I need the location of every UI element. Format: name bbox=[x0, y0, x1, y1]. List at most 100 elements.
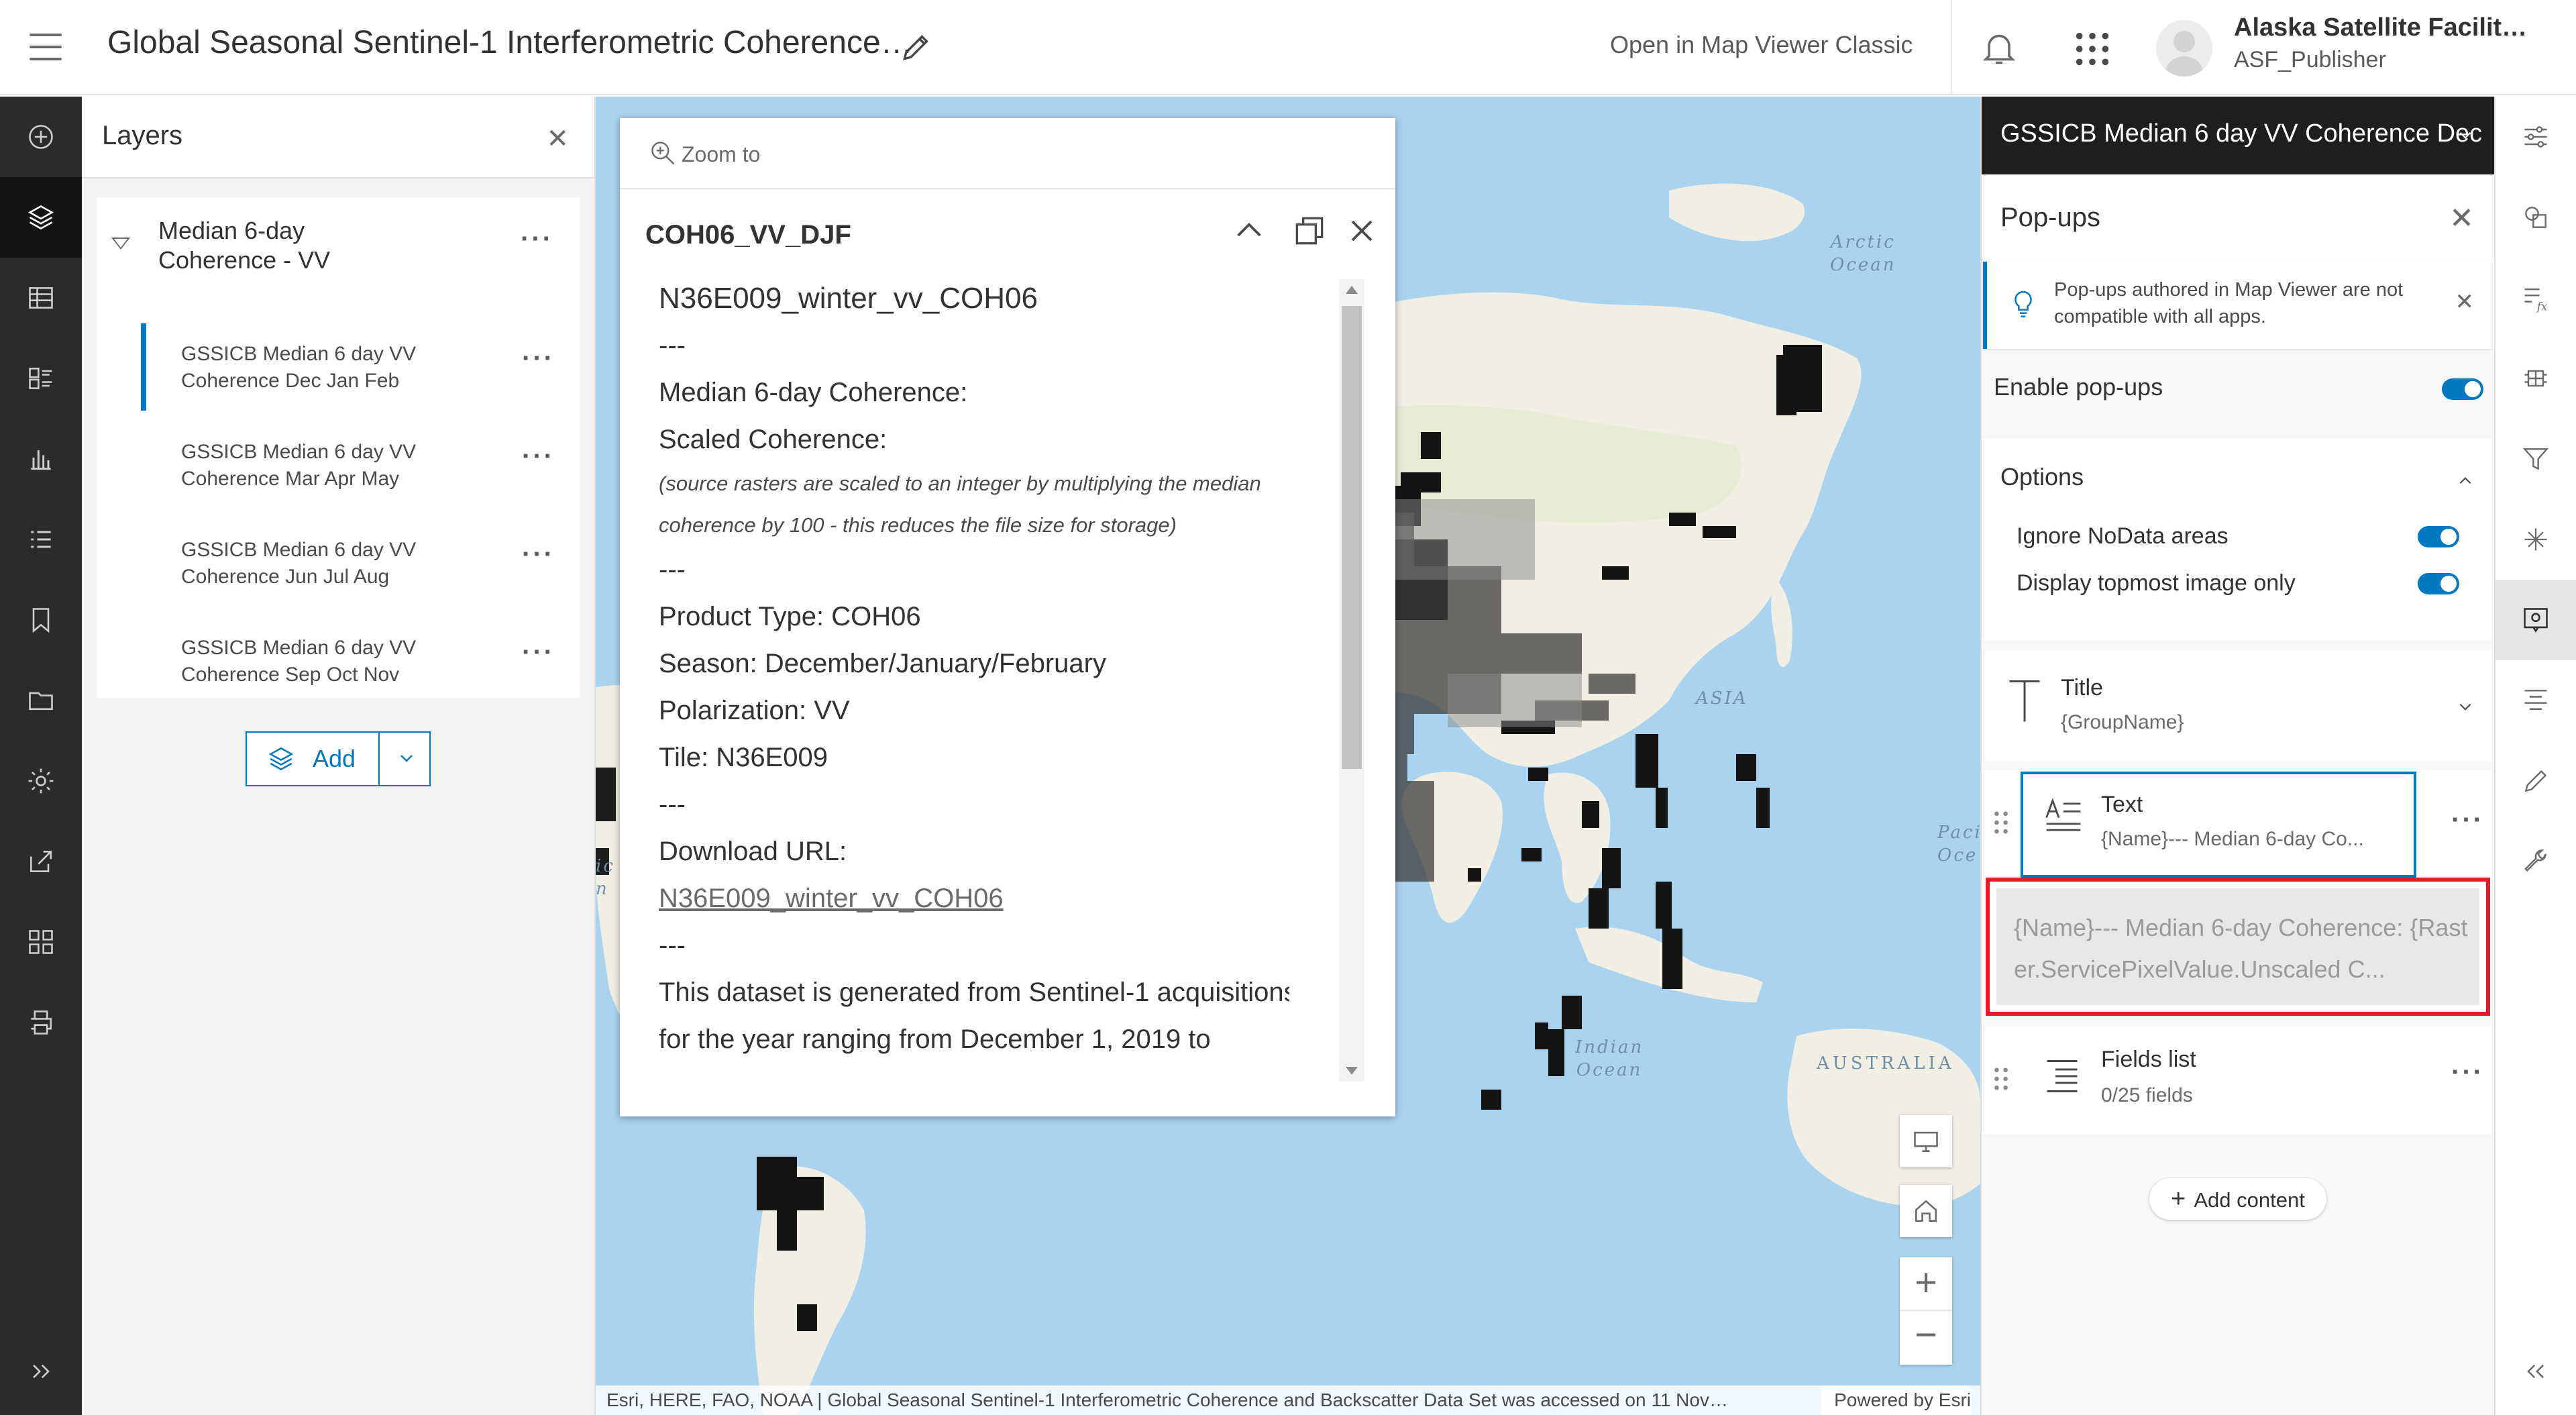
tables-button[interactable] bbox=[0, 258, 82, 338]
powered-by[interactable]: Powered by Esri bbox=[1821, 1385, 1971, 1415]
apps-grid-icon[interactable] bbox=[2073, 30, 2112, 68]
more-options-icon[interactable]: ··· bbox=[522, 539, 555, 570]
legend-button[interactable] bbox=[0, 338, 82, 419]
settings-button[interactable] bbox=[0, 741, 82, 821]
more-options-icon[interactable]: ··· bbox=[521, 224, 553, 254]
properties-button[interactable] bbox=[2496, 97, 2576, 177]
bell-icon[interactable] bbox=[1979, 27, 2019, 68]
screen-button[interactable] bbox=[1900, 1115, 1952, 1167]
map-label-indian-ocean: Indian Ocean bbox=[1575, 1037, 1644, 1080]
layer-dropdown[interactable]: GSSICB Median 6 day VV Coherence Dec bbox=[1982, 97, 2494, 174]
folder-button[interactable] bbox=[0, 660, 82, 741]
more-options-icon[interactable]: ··· bbox=[522, 441, 555, 472]
open-classic-link[interactable]: Open in Map Viewer Classic bbox=[1610, 31, 1913, 59]
right-toolbar: fx bbox=[2494, 97, 2576, 1415]
configure-button[interactable] bbox=[2496, 821, 2576, 902]
fields-button[interactable]: fx bbox=[2496, 258, 2576, 338]
more-options-icon[interactable]: ··· bbox=[2451, 1057, 2484, 1088]
close-icon[interactable]: ✕ bbox=[546, 123, 569, 154]
share-icon bbox=[30, 851, 52, 872]
scrollbar-thumb[interactable] bbox=[1342, 306, 1362, 769]
sublayer-item[interactable]: GSSICB Median 6 day VV Coherence Sep Oct… bbox=[141, 612, 580, 710]
layer-group-name: Median 6-day Coherence - VV bbox=[158, 217, 331, 274]
enable-popups-toggle[interactable] bbox=[2442, 378, 2483, 400]
popup-content: N36E009_winter_vv_COH06 --- Median 6-day… bbox=[659, 275, 1289, 1073]
zoom-in-icon[interactable] bbox=[648, 138, 678, 168]
more-options-icon[interactable]: ··· bbox=[522, 637, 555, 668]
user-name[interactable]: Alaska Satellite Facilit… bbox=[2234, 13, 2527, 42]
chevron-down-icon bbox=[400, 755, 413, 762]
list-button[interactable] bbox=[0, 499, 82, 580]
sublayer-item[interactable]: GSSICB Median 6 day VV Coherence Jun Jul… bbox=[141, 514, 580, 612]
pencil-icon[interactable] bbox=[899, 31, 932, 64]
text-editor-field[interactable]: {Name}--- Median 6-day Coherence: {Raste… bbox=[1996, 888, 2479, 1005]
title-element[interactable]: Title {GroupName} bbox=[1982, 651, 2494, 761]
text-element-value: {Name}--- Median 6-day Co... bbox=[2101, 828, 2364, 850]
add-layer-button[interactable] bbox=[0, 97, 82, 177]
dock-icon[interactable] bbox=[1291, 211, 1328, 251]
ignore-nodata-toggle[interactable] bbox=[2418, 526, 2459, 547]
close-icon[interactable]: ✕ bbox=[2449, 201, 2474, 235]
monitor-icon bbox=[1914, 1131, 1938, 1152]
chevron-up-icon[interactable] bbox=[1230, 211, 1268, 251]
layers-button[interactable] bbox=[0, 177, 82, 258]
add-dropdown-button[interactable] bbox=[381, 733, 431, 785]
compat-notice: Pop-ups authored in Map Viewer are not c… bbox=[1983, 262, 2491, 349]
add-button[interactable]: Add bbox=[247, 733, 380, 785]
popup-line: --- bbox=[659, 931, 686, 960]
share-button[interactable] bbox=[0, 821, 82, 902]
download-link[interactable]: N36E009_winter_vv_COH06 bbox=[659, 875, 1289, 922]
popups-button[interactable] bbox=[2496, 580, 2576, 660]
add-label: Add bbox=[313, 745, 356, 772]
drag-handle-icon[interactable] bbox=[1994, 810, 2008, 835]
sketch-button[interactable] bbox=[2496, 741, 2576, 821]
labels-button[interactable] bbox=[2496, 660, 2576, 741]
drag-handle-icon[interactable] bbox=[1994, 1067, 2008, 1091]
panel-title: Pop-ups bbox=[2000, 203, 2100, 232]
filter-button[interactable] bbox=[2496, 419, 2576, 499]
charts-button[interactable] bbox=[0, 419, 82, 499]
sublayer-label: GSSICB Median 6 day VV Coherence Jun Jul… bbox=[181, 539, 417, 588]
layer-group[interactable]: Median 6-day Coherence - VV ··· GSSICB M… bbox=[97, 197, 580, 698]
processing-button[interactable] bbox=[2496, 338, 2576, 419]
more-options-icon[interactable]: ··· bbox=[522, 344, 555, 374]
add-content-button[interactable]: + Add content bbox=[2149, 1178, 2326, 1220]
expand-toolbar-button[interactable] bbox=[0, 1331, 82, 1412]
chevron-down-icon[interactable] bbox=[2457, 698, 2474, 715]
wrench-icon bbox=[2524, 849, 2546, 872]
effects-button[interactable] bbox=[2496, 499, 2576, 580]
text-editor-highlighted[interactable]: {Name}--- Median 6-day Coherence: {Raste… bbox=[1986, 878, 2490, 1016]
raster-function-icon bbox=[2524, 370, 2547, 387]
zoom-in-button[interactable]: + bbox=[1900, 1257, 1952, 1311]
user-icon bbox=[2164, 31, 2204, 76]
caret-down-icon[interactable] bbox=[111, 238, 130, 250]
print-button[interactable] bbox=[0, 982, 82, 1063]
sublayer-item[interactable]: GSSICB Median 6 day VV Coherence Mar Apr… bbox=[141, 416, 580, 514]
chevron-up-icon[interactable] bbox=[2457, 472, 2474, 490]
display-topmost-toggle[interactable] bbox=[2418, 573, 2459, 594]
home-button[interactable] bbox=[1900, 1185, 1952, 1237]
sublayer-label: GSSICB Median 6 day VV Coherence Dec Jan… bbox=[181, 343, 417, 392]
styles-button[interactable] bbox=[2496, 177, 2576, 258]
more-options-icon[interactable]: ··· bbox=[2451, 805, 2484, 835]
options-title[interactable]: Options bbox=[2000, 463, 2084, 491]
text-element[interactable]: Text {Name}--- Median 6-day Co... bbox=[2021, 772, 2416, 878]
bar-chart-icon bbox=[31, 450, 51, 470]
sublayer-item[interactable]: GSSICB Median 6 day VV Coherence Dec Jan… bbox=[141, 318, 580, 416]
popup-line: for the year ranging from December 1, 20… bbox=[659, 1025, 1211, 1054]
zoom-to-button[interactable]: Zoom to bbox=[682, 142, 760, 167]
menu-icon[interactable] bbox=[30, 34, 62, 60]
fields-list-element[interactable]: Fields list 0/25 fields ··· bbox=[1982, 1027, 2494, 1134]
avatar[interactable] bbox=[2156, 20, 2212, 76]
zoom-out-button[interactable]: − bbox=[1900, 1311, 1952, 1365]
scroll-down-icon[interactable] bbox=[1346, 1067, 1358, 1075]
bookmarks-button[interactable] bbox=[0, 580, 82, 660]
popup-line: Season: December/January/February bbox=[659, 649, 1106, 678]
popup-line: --- bbox=[659, 790, 686, 819]
close-icon[interactable]: ✕ bbox=[2455, 289, 2475, 315]
scroll-up-icon[interactable] bbox=[1346, 286, 1358, 294]
collapse-toolbar-button[interactable] bbox=[2496, 1331, 2576, 1412]
popup-scrollbar[interactable] bbox=[1339, 279, 1364, 1082]
close-icon[interactable] bbox=[1343, 211, 1381, 251]
create-app-button[interactable] bbox=[0, 902, 82, 982]
